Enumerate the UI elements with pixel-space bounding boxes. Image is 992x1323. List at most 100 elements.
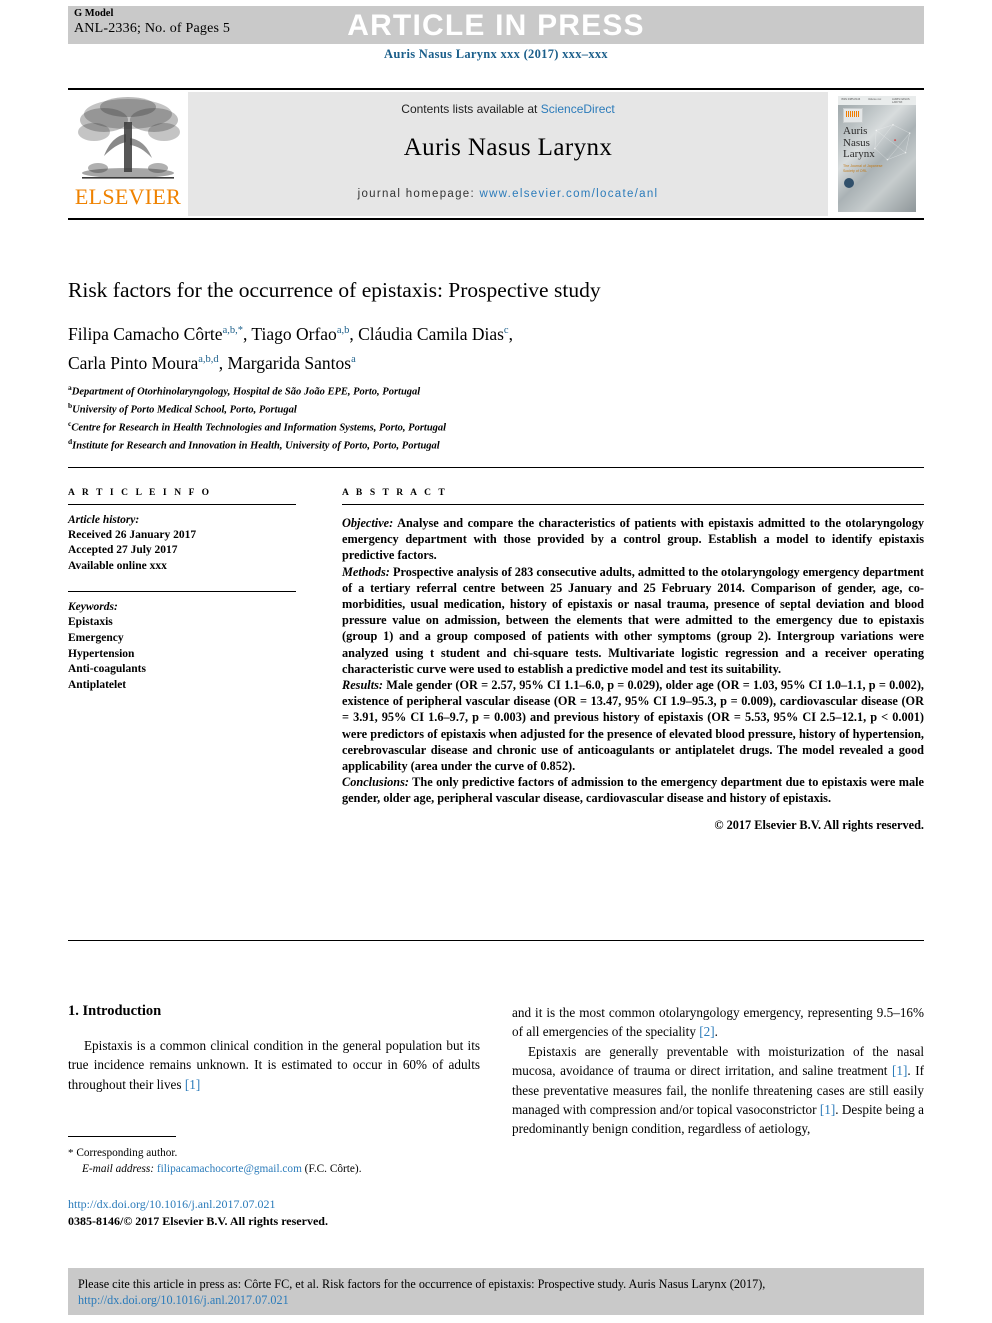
- author-affil-marks: a,b,d: [198, 353, 219, 365]
- elsevier-logo-block: ELSEVIER: [68, 92, 188, 216]
- abstract-rule: [342, 504, 924, 505]
- journal-homepage-url[interactable]: www.elsevier.com/locate/anl: [479, 188, 658, 200]
- citation-ref-2[interactable]: [2]: [699, 1024, 714, 1039]
- article-history-block: Article history: Received 26 January 201…: [68, 513, 298, 574]
- citation-ref-1[interactable]: [1]: [892, 1063, 907, 1078]
- citation-ref-1[interactable]: [1]: [185, 1077, 200, 1092]
- intro-par1-text-a: Epistaxis is a common clinical condition…: [68, 1038, 480, 1092]
- cover-journal-title: Auris Nasus Larynx: [843, 125, 875, 161]
- author-name: Tiago Orfao: [251, 323, 337, 344]
- abstract-section-top-rule: [68, 467, 924, 468]
- introduction-heading: 1. Introduction: [68, 1003, 162, 1019]
- abstract-body: Objective: Analyse and compare the chara…: [342, 515, 924, 833]
- abstract-methods-paragraph: Methods: Prospective analysis of 283 con…: [342, 564, 924, 677]
- keyword-item: Antiplatelet: [68, 678, 127, 691]
- introduction-paragraph-1-right: and it is the most common otolaryngology…: [512, 1003, 924, 1042]
- article-in-press-banner: G Model ANL-2336; No. of Pages 5 ARTICLE…: [68, 6, 924, 44]
- abstract-objective-label: Objective:: [342, 516, 394, 530]
- journal-title: Auris Nasus Larynx: [403, 134, 613, 161]
- affiliation-item: dInstitute for Research and Innovation i…: [68, 435, 888, 453]
- cover-society-badge-icon: [844, 178, 854, 188]
- affiliation-list: aDepartment of Otorhinolaryngology, Hosp…: [68, 381, 888, 453]
- abstract-objective-text: Analyse and compare the characteristics …: [342, 516, 924, 563]
- masthead-bottom-rule: [68, 218, 924, 220]
- abstract-methods-text: Prospective analysis of 283 consecutive …: [342, 564, 924, 676]
- author-name: Cláudia Camila Dias: [358, 323, 504, 344]
- cover-topbar-right: AURIS NASUS LARYNX: [892, 98, 910, 104]
- abstract-results-paragraph: Results: Male gender (OR = 2.57, 95% CI …: [342, 677, 924, 774]
- journal-homepage-line: journal homepage: www.elsevier.com/locat…: [188, 188, 828, 200]
- keyword-item: Emergency: [68, 632, 124, 644]
- abstract-results-label: Results:: [342, 678, 383, 693]
- keywords-block: Keywords: Epistaxis Emergency Hypertensi…: [68, 600, 298, 694]
- affiliation-text: Department of Otorhinolaryngology, Hospi…: [71, 386, 421, 398]
- introduction-paragraph-2: Epistaxis are generally preventable with…: [512, 1042, 924, 1139]
- article-info-rule: [68, 504, 296, 505]
- author-affil-marks: c: [503, 325, 509, 336]
- abstract-copyright: © 2017 Elsevier B.V. All rights reserved…: [714, 817, 924, 832]
- intro-par1-text-c: .: [714, 1024, 718, 1040]
- corresponding-author-text: Corresponding author.: [73, 1147, 178, 1159]
- journal-cover-image: ISSN 0385-8146 Volume xxx AURIS NASUS LA…: [838, 96, 916, 212]
- article-info-heading: A R T I C L E I N F O: [68, 488, 212, 498]
- body-column-left: 1. Introduction Epistaxis is a common cl…: [68, 1003, 480, 1094]
- cover-topbar-center: Volume xxx: [868, 98, 882, 101]
- corresponding-author-star: *: [237, 325, 243, 336]
- introduction-paragraph-1-left: Epistaxis is a common clinical condition…: [68, 1036, 480, 1094]
- affiliation-text: University of Porto Medical School, Port…: [72, 404, 297, 416]
- cover-mesh-graphic: [874, 124, 911, 161]
- footnote-separator-rule: [68, 1136, 176, 1137]
- author-name: Filipa Camacho Côrte: [68, 323, 223, 344]
- affiliation-text: Institute for Research and Innovation in…: [72, 440, 440, 452]
- keywords-label: Keywords:: [68, 600, 118, 613]
- author-list: Filipa Camacho Côrtea,b,*, Tiago Orfaoa,…: [68, 323, 513, 373]
- keyword-item: Anti-coagulants: [68, 663, 146, 676]
- masthead-top-rule: [68, 88, 924, 90]
- cover-title-line1: Auris: [843, 125, 868, 137]
- author-name: Margarida Santos: [227, 352, 352, 373]
- abstract-objective-paragraph: Objective: Analyse and compare the chara…: [342, 515, 924, 564]
- issn-copyright-line: 0385-8146/© 2017 Elsevier B.V. All right…: [68, 1214, 328, 1228]
- abstract-conclusions-paragraph: Conclusions: The only predictive factors…: [342, 774, 924, 806]
- affiliation-text: Centre for Research in Health Technologi…: [71, 422, 447, 434]
- body-column-right: and it is the most common otolaryngology…: [512, 1003, 924, 1139]
- intro-par1-text-b: and it is the most common otolaryngology…: [512, 1005, 924, 1040]
- cover-title-line3: Larynx: [843, 148, 875, 160]
- article-history-label: Article history:: [68, 514, 140, 526]
- email-note: E-mail address: filipacamachocorte@gmail…: [68, 1162, 488, 1178]
- author-affil-marks: a,b,: [222, 325, 238, 336]
- cover-top-bar: ISSN 0385-8146 Volume xxx AURIS NASUS LA…: [838, 96, 916, 105]
- homepage-label-text: journal homepage:: [357, 188, 480, 200]
- affiliation-item: cCentre for Research in Health Technolog…: [68, 417, 888, 435]
- article-available-online: Available online xxx: [68, 559, 167, 572]
- citation-ref-1[interactable]: [1]: [820, 1102, 835, 1117]
- article-accepted-date: Accepted 27 July 2017: [68, 544, 178, 557]
- cite-box-doi-link[interactable]: http://dx.doi.org/10.1016/j.anl.2017.07.…: [78, 1292, 914, 1308]
- journal-reference-line: Auris Nasus Larynx xxx (2017) xxx–xxx: [384, 47, 608, 61]
- page-title: Risk factors for the occurrence of epist…: [68, 278, 601, 302]
- abstract-section-bottom-rule: [68, 940, 924, 941]
- article-in-press-title: ARTICLE IN PRESS: [347, 9, 645, 42]
- article-received-date: Received 26 January 2017: [68, 529, 197, 542]
- affiliation-item: aDepartment of Otorhinolaryngology, Hosp…: [68, 381, 888, 399]
- doi-link[interactable]: http://dx.doi.org/10.1016/j.anl.2017.07.…: [68, 1196, 275, 1213]
- elsevier-wordmark: ELSEVIER: [74, 184, 182, 209]
- author-email-link[interactable]: filipacamachocorte@gmail.com: [157, 1163, 302, 1175]
- cover-elsevier-logo-icon: [843, 108, 863, 123]
- footnote-block: * Corresponding author. E-mail address: …: [68, 1146, 488, 1177]
- email-author-suffix: (F.C. Côrte).: [301, 1162, 362, 1175]
- intro-par2-text-a: Epistaxis are generally preventable with…: [512, 1043, 924, 1079]
- email-address-label: E-mail address:: [82, 1162, 155, 1175]
- cite-box-text: Please cite this article in press as: Cô…: [78, 1277, 766, 1291]
- contents-prefix-text: Contents lists available at: [401, 102, 541, 116]
- author-name: Carla Pinto Moura: [68, 352, 199, 373]
- sciencedirect-link[interactable]: ScienceDirect: [541, 102, 615, 116]
- article-info-column: A R T I C L E I N F O Article history: R…: [68, 488, 298, 693]
- abstract-column: A B S T R A C T Objective: Analyse and c…: [342, 488, 924, 833]
- journal-masthead: ELSEVIER Contents lists available at Sci…: [68, 92, 924, 216]
- keywords-rule: [68, 590, 296, 592]
- abstract-conclusions-label: Conclusions:: [342, 775, 409, 790]
- abstract-methods-label: Methods:: [342, 564, 390, 579]
- cite-this-article-box: Please cite this article in press as: Cô…: [68, 1268, 924, 1315]
- cover-subtitle: The Journal of Japanese Society of ORL: [843, 164, 883, 173]
